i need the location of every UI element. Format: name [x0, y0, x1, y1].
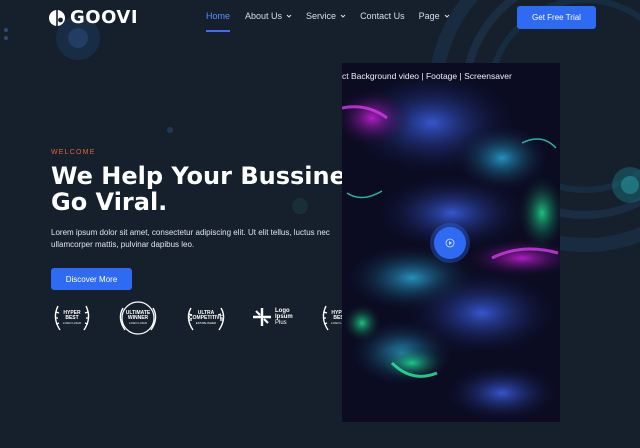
discover-more-button[interactable]: Discover More	[51, 268, 132, 290]
hero-title-line: We Help Your Bussiness	[51, 162, 375, 190]
badge-line: LOGO LOGO	[128, 321, 148, 325]
logo-badge-text: Logo Ipsum Plus	[275, 308, 293, 326]
nav-item-about-us[interactable]: About Us	[245, 11, 292, 21]
hero-eyebrow: WELCOME	[51, 149, 96, 156]
active-indicator	[206, 30, 231, 32]
hero-title-line: Go Viral.	[51, 188, 168, 216]
badge-line: Plus	[275, 320, 287, 326]
nav-item-contact-us[interactable]: Contact Us	[360, 11, 405, 21]
hero-description: Lorem ipsum dolor sit amet, consectetur …	[51, 227, 351, 251]
nav-item-label: Home	[206, 11, 231, 21]
chevron-down-icon	[340, 14, 346, 18]
nav-item-home[interactable]: Home	[206, 11, 231, 32]
nav-item-page[interactable]: Page	[419, 11, 450, 21]
award-badge: ULTIMATE WINNER LOGO LOGO	[116, 300, 160, 336]
video-title: ct Background video | Footage | Screensa…	[342, 71, 512, 81]
nav-item-label: About Us	[245, 11, 283, 21]
brand-name: GOOVI	[70, 7, 139, 28]
chevron-down-icon	[286, 14, 292, 18]
logo-ipsum-badge: Logo Ipsum Plus	[252, 307, 293, 327]
logo-ipsum-icon	[253, 308, 271, 326]
play-video-button[interactable]	[434, 227, 466, 259]
hero-title: We Help Your Bussiness Go Viral.	[51, 163, 381, 215]
hero-description-line: ullamcorper mattis, pulvinar dapibus leo…	[51, 240, 195, 249]
chevron-down-icon	[444, 14, 449, 18]
main-nav: Home About Us Service Contact Us Page	[206, 11, 450, 32]
award-badges: HYPER BEST LOGO LOGO ULTIMATE WINNER LOG…	[50, 300, 370, 336]
brand-logo[interactable]: GOOVI	[48, 7, 138, 28]
video-panel[interactable]: ct Background video | Footage | Screensa…	[342, 63, 560, 422]
get-free-trial-button[interactable]: Get Free Trial	[517, 6, 596, 29]
play-icon	[445, 238, 455, 248]
badge-line: LOGO LOGO	[62, 321, 82, 325]
nav-item-service[interactable]: Service	[306, 11, 346, 21]
nav-item-label: Service	[306, 11, 337, 21]
site-header: GOOVI Home About Us Service Contact Us P…	[0, 0, 640, 36]
hero-description-line: Lorem ipsum dolor sit amet, consectetur …	[51, 228, 330, 237]
nav-item-label: Contact Us	[360, 11, 405, 21]
award-badge: ULTRA COMPETITIVE ESTABLISHED	[184, 300, 228, 336]
badge-line: ESTABLISHED	[195, 321, 217, 325]
nav-item-label: Page	[418, 11, 440, 21]
award-badge: HYPER BEST LOGO LOGO	[50, 300, 94, 336]
logo-mark-icon	[49, 9, 65, 26]
